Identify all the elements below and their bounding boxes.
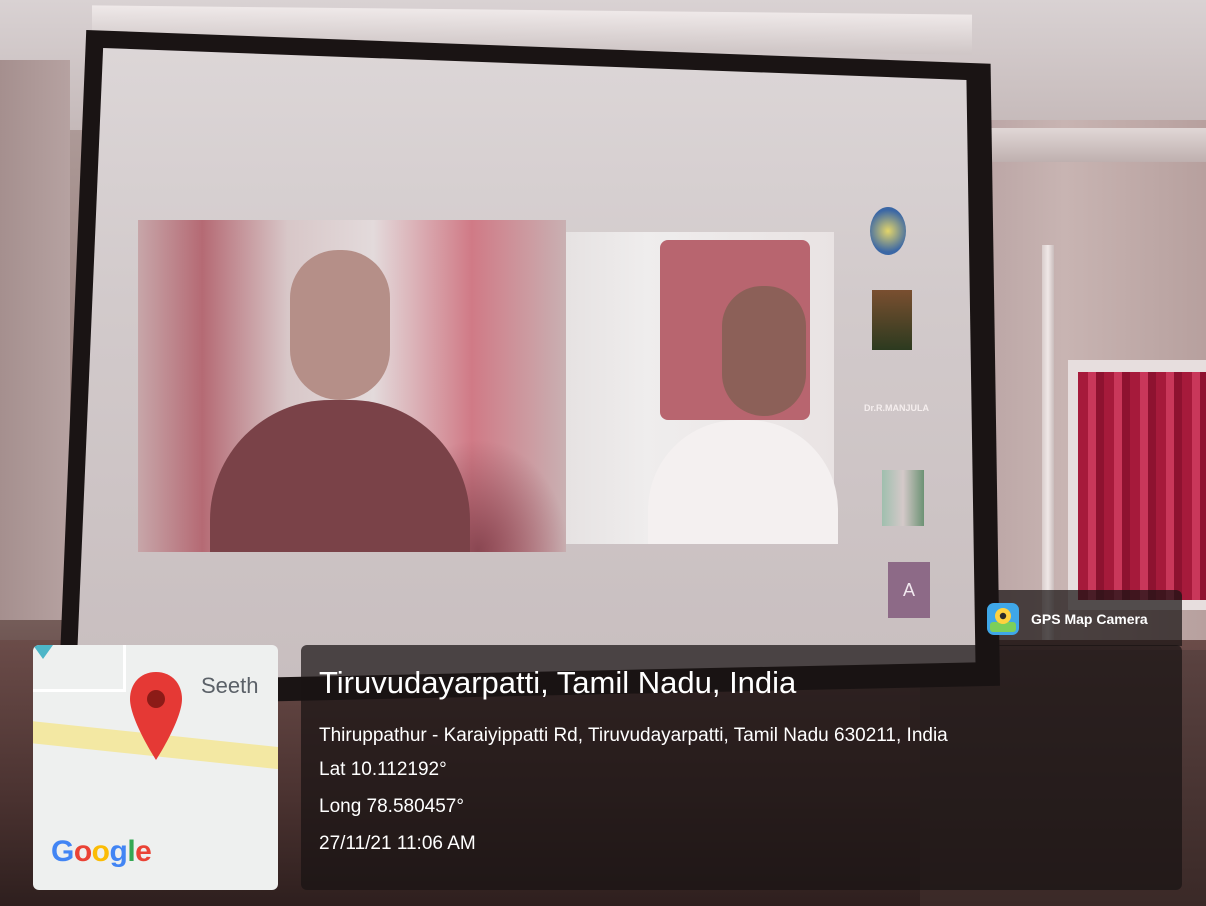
google-logo: Google	[51, 835, 152, 868]
gps-camera-app-icon	[987, 603, 1019, 635]
speaker-right-head	[722, 286, 806, 416]
participant-name: Dr.R.MANJULA	[864, 403, 930, 413]
left-wall	[0, 60, 70, 620]
participant-logo	[870, 207, 906, 255]
timestamp: 27/11/21 11:06 AM	[319, 833, 476, 854]
location-info-panel: Tiruvudayarpatti, Tamil Nadu, India Thir…	[301, 645, 1182, 890]
map-thumbnail: Seeth Google	[33, 645, 278, 890]
speaker-left-head	[290, 250, 390, 400]
participant-photo	[872, 290, 912, 350]
location-title: Tiruvudayarpatti, Tamil Nadu, India	[319, 665, 797, 700]
latitude: Lat 10.112192°	[319, 759, 447, 780]
badge-label: GPS Map Camera	[1031, 611, 1148, 627]
longitude: Long 78.580457°	[319, 796, 464, 817]
red-curtain	[1078, 372, 1206, 600]
participant-photo	[882, 470, 924, 526]
location-pin-icon	[130, 672, 182, 760]
gps-map-camera-badge: GPS Map Camera	[976, 590, 1182, 646]
map-street-label: Seeth	[201, 673, 259, 698]
ceiling-beam	[965, 128, 1206, 162]
location-address: Thiruppathur - Karaiyippatti Rd, Tiruvud…	[319, 725, 948, 746]
map-corner-marker	[33, 645, 53, 659]
participant-avatar: A	[888, 562, 930, 618]
